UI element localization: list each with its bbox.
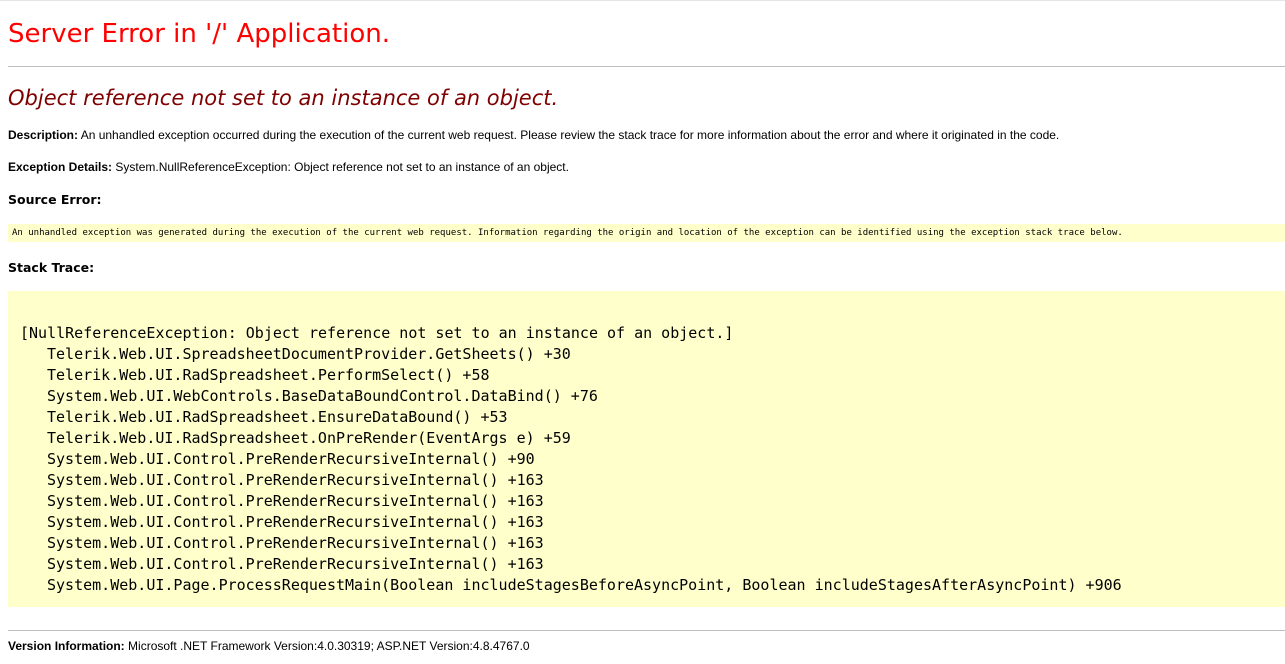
footer-divider [8, 630, 1285, 631]
stack-frame: System.Web.UI.Control.PreRenderRecursive… [47, 513, 544, 531]
stack-trace-header: [NullReferenceException: Object referenc… [20, 324, 734, 342]
version-information-text: Microsoft .NET Framework Version:4.0.303… [128, 639, 530, 653]
description-text: An unhandled exception occurred during t… [80, 128, 1060, 142]
stack-trace-label: Stack Trace: [8, 260, 95, 275]
stack-frame: Telerik.Web.UI.SpreadsheetDocumentProvid… [47, 345, 571, 363]
source-error-text: An unhandled exception was generated dur… [12, 228, 1123, 238]
top-border [0, 0, 1285, 1]
stack-frame: System.Web.UI.Control.PreRenderRecursive… [47, 555, 544, 573]
stack-frame: Telerik.Web.UI.RadSpreadsheet.EnsureData… [47, 408, 508, 426]
exception-details-line: Exception Details: System.NullReferenceE… [8, 159, 569, 175]
stack-frame: Telerik.Web.UI.RadSpreadsheet.PerformSel… [47, 366, 490, 384]
source-error-box: An unhandled exception was generated dur… [8, 224, 1285, 242]
description-line: Description: An unhandled exception occu… [8, 127, 1059, 143]
description-label: Description: [8, 128, 79, 142]
stack-frame: System.Web.UI.Page.ProcessRequestMain(Bo… [47, 576, 1122, 594]
exception-details-text: System.NullReferenceException: Object re… [115, 160, 569, 174]
stack-frame: System.Web.UI.Control.PreRenderRecursive… [47, 492, 544, 510]
version-information-line: Version Information: Microsoft .NET Fram… [8, 638, 530, 654]
stack-frame: Telerik.Web.UI.RadSpreadsheet.OnPreRende… [47, 429, 571, 447]
stack-frame: System.Web.UI.Control.PreRenderRecursive… [47, 450, 535, 468]
error-message: Object reference not set to an instance … [8, 86, 559, 110]
stack-frame: System.Web.UI.WebControls.BaseDataBoundC… [47, 387, 598, 405]
stack-trace-box: [NullReferenceException: Object referenc… [8, 291, 1285, 607]
source-error-label: Source Error: [8, 192, 102, 207]
page-title: Server Error in '/' Application. [8, 19, 390, 49]
stack-frame: System.Web.UI.Control.PreRenderRecursive… [47, 471, 544, 489]
stack-frame: System.Web.UI.Control.PreRenderRecursive… [47, 534, 544, 552]
title-divider [8, 66, 1285, 67]
version-information-label: Version Information: [8, 639, 125, 653]
exception-details-label: Exception Details: [8, 160, 113, 174]
